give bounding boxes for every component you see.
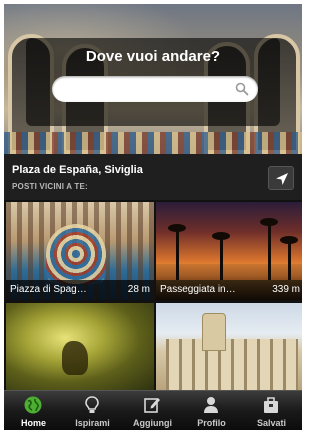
- edit-icon: [144, 398, 160, 413]
- tab-bar: Home Ispirami Aggiungi Profilo Salvati: [4, 390, 302, 430]
- place-card[interactable]: Piazza di Spag… 28 m: [6, 202, 154, 300]
- location-bar: Plaza de España, Siviglia POSTI VICINI A…: [4, 154, 302, 200]
- palm-frond: [168, 224, 186, 232]
- tab-label: Ispirami: [75, 418, 110, 428]
- palm-tree: [176, 228, 179, 280]
- place-card[interactable]: Passeggiata in… 339 m: [156, 202, 302, 300]
- bag-icon: [264, 397, 278, 413]
- place-card[interactable]: [6, 303, 154, 390]
- place-photo: [6, 303, 154, 390]
- current-location: Plaza de España, Siviglia: [12, 164, 143, 176]
- tab-aggiungi[interactable]: Aggiungi: [123, 391, 182, 430]
- palm-tree: [220, 236, 223, 280]
- place-distance: 28 m: [127, 284, 150, 295]
- tab-salvati[interactable]: Salvati: [242, 391, 301, 430]
- palm-frond: [260, 218, 278, 226]
- search-title: Dove vuoi andare?: [85, 48, 221, 65]
- place-photo-detail: [166, 339, 298, 390]
- globe-icon: [24, 396, 42, 414]
- nearby-heading: POSTI VICINI A TE:: [12, 182, 88, 191]
- palm-tree: [268, 222, 271, 280]
- tab-profilo[interactable]: Profilo: [182, 391, 241, 430]
- user-icon: [204, 397, 218, 413]
- locate-button[interactable]: [268, 166, 294, 190]
- search-input[interactable]: [62, 79, 231, 101]
- tab-label: Aggiungi: [133, 418, 172, 428]
- app-screen: Dove vuoi andare? Plaza de España, Sivig…: [4, 4, 302, 430]
- place-caption: Piazza di Spag… 28 m: [6, 280, 154, 300]
- search-icon[interactable]: [235, 82, 249, 96]
- nearby-places-grid: Piazza di Spag… 28 m Passeggiata in… 339…: [4, 200, 302, 390]
- tab-label: Salvati: [256, 418, 287, 428]
- place-name: Passeggiata in…: [160, 284, 236, 295]
- location-arrow-icon: [276, 173, 288, 185]
- place-photo-detail: [46, 224, 106, 284]
- lightbulb-icon: [85, 396, 99, 413]
- place-caption: Passeggiata in… 339 m: [156, 280, 302, 300]
- tab-label: Home: [20, 418, 46, 428]
- place-name: Piazza di Spag…: [10, 284, 87, 295]
- hero-tiles: [4, 132, 302, 154]
- tab-ispirami[interactable]: Ispirami: [63, 391, 122, 430]
- place-photo: [156, 303, 302, 390]
- palm-tree: [288, 240, 291, 280]
- place-distance: 339 m: [272, 284, 300, 295]
- hero-image: Dove vuoi andare?: [4, 4, 302, 154]
- palm-frond: [280, 236, 298, 244]
- place-card[interactable]: [156, 303, 302, 390]
- tab-home[interactable]: Home: [4, 391, 63, 430]
- place-photo-detail: [202, 313, 226, 351]
- palm-frond: [212, 232, 230, 240]
- tab-label: Profilo: [197, 418, 226, 428]
- place-photo-detail: [62, 341, 88, 375]
- search-field[interactable]: [52, 76, 258, 102]
